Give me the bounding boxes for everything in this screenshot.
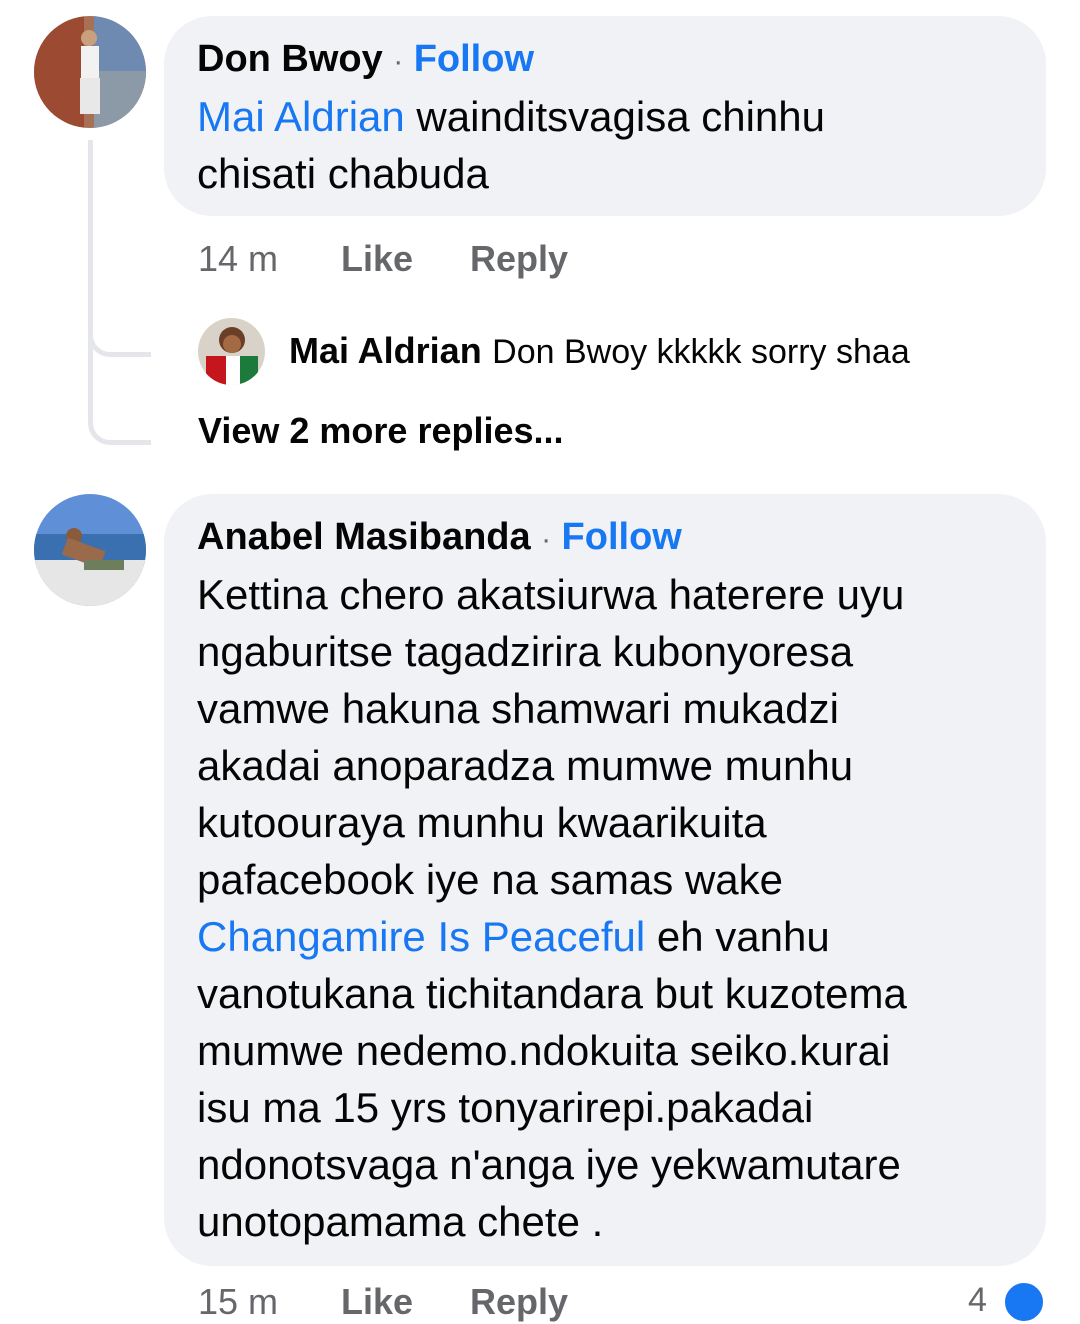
avatar-anabel-masibanda[interactable] bbox=[34, 494, 146, 606]
thread-connector-more bbox=[88, 340, 151, 445]
avatar-mai-aldrian[interactable] bbox=[198, 318, 265, 385]
timestamp[interactable]: 15 m bbox=[198, 1281, 278, 1323]
reply-text: Don Bwoy kkkkk sorry shaa bbox=[492, 333, 910, 371]
comment-text: Mai Aldrian wainditsvagisa chinhu chisat… bbox=[197, 93, 826, 197]
comment-text: Kettina chero akatsiurwa haterere uyu ng… bbox=[197, 571, 907, 1245]
comment-bubble-don-bwoy: Don Bwoy · Follow Mai Aldrian wainditsva… bbox=[164, 16, 1046, 216]
reaction-count: 4 bbox=[968, 1281, 987, 1319]
separator-dot: · bbox=[393, 45, 404, 78]
comment-author[interactable]: Don Bwoy bbox=[197, 38, 383, 80]
comment-bubble-anabel-masibanda: Anabel Masibanda · Follow Kettina chero … bbox=[164, 494, 1046, 1266]
like-reaction-icon[interactable] bbox=[1002, 1280, 1046, 1324]
mention-link[interactable]: Changamire Is Peaceful bbox=[197, 913, 645, 960]
reply-author[interactable]: Mai Aldrian bbox=[289, 330, 482, 371]
reply-button[interactable]: Reply bbox=[470, 1281, 568, 1323]
like-button[interactable]: Like bbox=[341, 1281, 413, 1323]
reply-row: Mai Aldrian Don Bwoy kkkkk sorry shaa bbox=[289, 330, 910, 372]
like-button[interactable]: Like bbox=[341, 238, 413, 280]
avatar-don-bwoy[interactable] bbox=[34, 16, 146, 128]
thread-line bbox=[88, 140, 93, 340]
mention-link[interactable]: Mai Aldrian bbox=[197, 93, 405, 140]
separator-dot: · bbox=[541, 523, 552, 556]
reply-button[interactable]: Reply bbox=[470, 238, 568, 280]
follow-button[interactable]: Follow bbox=[414, 38, 534, 80]
timestamp[interactable]: 14 m bbox=[198, 238, 278, 280]
view-more-replies[interactable]: View 2 more replies... bbox=[198, 410, 564, 452]
comment-author[interactable]: Anabel Masibanda bbox=[197, 516, 531, 558]
follow-button[interactable]: Follow bbox=[562, 516, 682, 558]
